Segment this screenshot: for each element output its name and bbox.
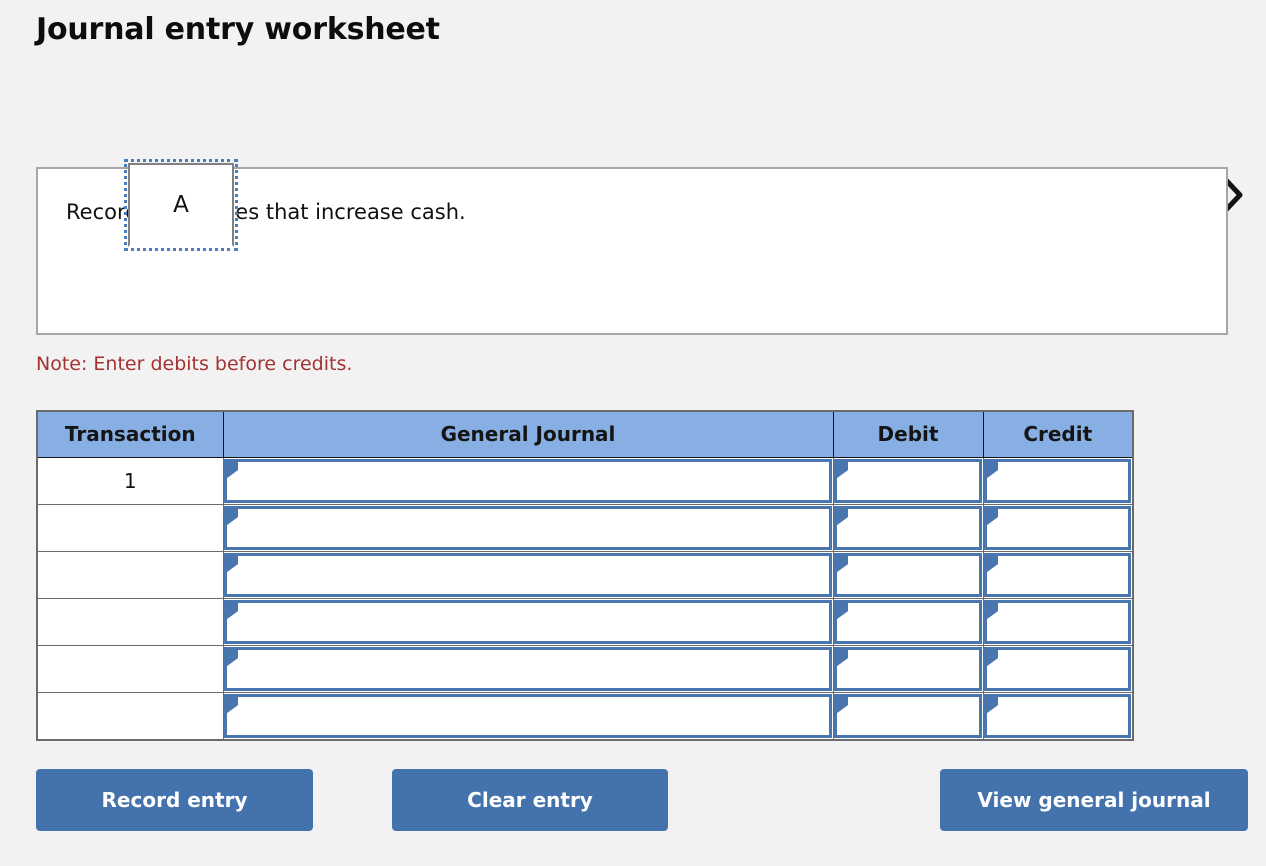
debit-amount-input[interactable] bbox=[833, 599, 982, 644]
page-title: Journal entry worksheet bbox=[36, 12, 440, 47]
general-journal-account-select[interactable] bbox=[223, 599, 832, 644]
record-entry-button[interactable]: Record entry bbox=[36, 769, 313, 831]
credit-cell bbox=[982, 691, 1134, 740]
dropdown-arrow-icon bbox=[986, 555, 998, 572]
table-row bbox=[36, 597, 1134, 646]
table-row bbox=[36, 550, 1134, 599]
credit-amount-input[interactable] bbox=[983, 693, 1131, 738]
credit-amount-input[interactable] bbox=[983, 458, 1131, 503]
general-journal-account-select[interactable] bbox=[223, 693, 832, 738]
debit-cell bbox=[832, 550, 984, 599]
debit-cell bbox=[832, 691, 984, 740]
debit-cell bbox=[832, 456, 984, 505]
debit-amount-input[interactable] bbox=[833, 693, 982, 738]
debits-before-credits-note: Note: Enter debits before credits. bbox=[36, 353, 353, 375]
debit-amount-input[interactable] bbox=[833, 458, 982, 503]
general-journal-account-select[interactable] bbox=[223, 505, 832, 550]
dropdown-arrow-icon bbox=[226, 696, 238, 713]
credit-cell bbox=[982, 644, 1134, 693]
clear-entry-button[interactable]: Clear entry bbox=[392, 769, 668, 831]
dropdown-arrow-icon bbox=[226, 602, 238, 619]
dropdown-arrow-icon bbox=[986, 461, 998, 478]
general-journal-account-select[interactable] bbox=[223, 458, 832, 503]
general-journal-account-select[interactable] bbox=[223, 646, 832, 691]
debit-cell bbox=[832, 503, 984, 552]
dropdown-arrow-icon bbox=[836, 555, 848, 572]
transaction-number-cell: 1 bbox=[36, 456, 224, 505]
general-journal-cell bbox=[222, 456, 834, 505]
dropdown-arrow-icon bbox=[226, 461, 238, 478]
general-journal-cell bbox=[222, 691, 834, 740]
debit-cell bbox=[832, 597, 984, 646]
table-row bbox=[36, 644, 1134, 693]
table-row: 1 bbox=[36, 456, 1134, 505]
dropdown-arrow-icon bbox=[226, 555, 238, 572]
credit-amount-input[interactable] bbox=[983, 599, 1131, 644]
transaction-number-cell bbox=[36, 503, 224, 552]
table-row bbox=[36, 503, 1134, 552]
general-journal-cell bbox=[222, 503, 834, 552]
dropdown-arrow-icon bbox=[986, 602, 998, 619]
general-journal-cell bbox=[222, 550, 834, 599]
credit-amount-input[interactable] bbox=[983, 552, 1131, 597]
instruction-text: Record the entries that increase cash. bbox=[66, 200, 466, 224]
column-header-credit: Credit bbox=[982, 410, 1134, 458]
column-header-general-journal: General Journal bbox=[222, 410, 834, 458]
transaction-number-cell bbox=[36, 550, 224, 599]
dropdown-arrow-icon bbox=[226, 508, 238, 525]
credit-amount-input[interactable] bbox=[983, 505, 1131, 550]
journal-entry-table: Transaction General Journal Debit Credit… bbox=[36, 410, 1134, 741]
column-header-transaction: Transaction bbox=[36, 410, 224, 458]
transaction-number-cell bbox=[36, 644, 224, 693]
dropdown-arrow-icon bbox=[986, 508, 998, 525]
dropdown-arrow-icon bbox=[986, 649, 998, 666]
credit-cell bbox=[982, 550, 1134, 599]
credit-amount-input[interactable] bbox=[983, 646, 1131, 691]
table-row bbox=[36, 691, 1134, 740]
debit-amount-input[interactable] bbox=[833, 552, 982, 597]
dropdown-arrow-icon bbox=[986, 696, 998, 713]
worksheet-tab-a-label: A bbox=[173, 192, 189, 218]
dropdown-arrow-icon bbox=[836, 696, 848, 713]
debit-cell bbox=[832, 644, 984, 693]
debit-amount-input[interactable] bbox=[833, 505, 982, 550]
column-header-debit: Debit bbox=[832, 410, 984, 458]
credit-cell bbox=[982, 597, 1134, 646]
dropdown-arrow-icon bbox=[226, 649, 238, 666]
credit-cell bbox=[982, 503, 1134, 552]
general-journal-account-select[interactable] bbox=[223, 552, 832, 597]
worksheet-tab-a[interactable]: A bbox=[124, 159, 238, 251]
debit-amount-input[interactable] bbox=[833, 646, 982, 691]
transaction-number-cell bbox=[36, 691, 224, 740]
dropdown-arrow-icon bbox=[836, 602, 848, 619]
transaction-number-cell bbox=[36, 597, 224, 646]
dropdown-arrow-icon bbox=[836, 508, 848, 525]
view-general-journal-button[interactable]: View general journal bbox=[940, 769, 1248, 831]
worksheet-pager: A B bbox=[0, 80, 1266, 251]
dropdown-arrow-icon bbox=[836, 649, 848, 666]
general-journal-cell bbox=[222, 644, 834, 693]
dropdown-arrow-icon bbox=[836, 461, 848, 478]
credit-cell bbox=[982, 456, 1134, 505]
table-header-row: Transaction General Journal Debit Credit bbox=[36, 410, 1134, 458]
general-journal-cell bbox=[222, 597, 834, 646]
